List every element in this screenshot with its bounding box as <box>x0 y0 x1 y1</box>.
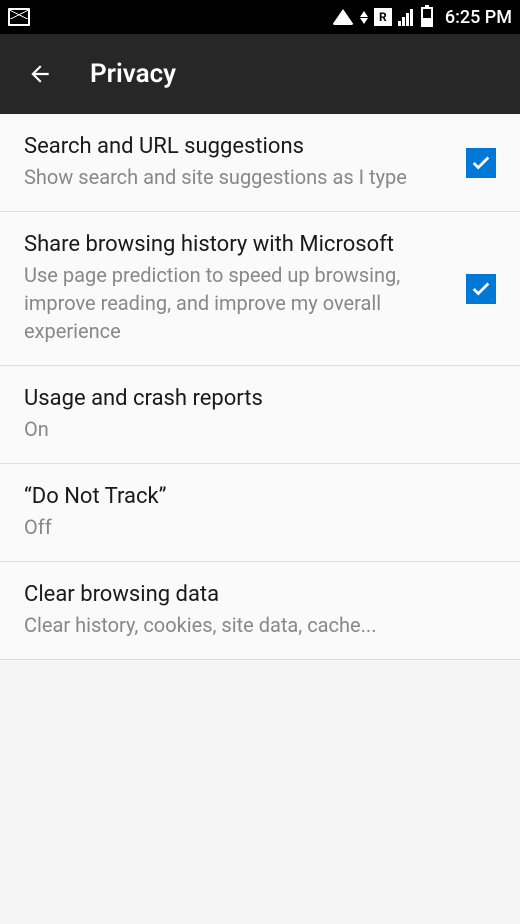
back-button[interactable] <box>20 54 60 94</box>
setting-title: Search and URL suggestions <box>24 134 446 159</box>
wifi-icon <box>332 9 354 25</box>
battery-icon <box>421 7 433 27</box>
back-arrow-icon <box>27 61 53 87</box>
signal-icon <box>398 8 413 26</box>
data-transfer-icon <box>360 11 368 24</box>
page-title: Privacy <box>90 59 176 89</box>
app-header: Privacy <box>0 34 520 114</box>
gmail-notification-icon <box>8 8 30 26</box>
setting-subtitle: On <box>24 415 496 443</box>
setting-subtitle: Show search and site suggestions as I ty… <box>24 163 446 191</box>
checkbox-share-history[interactable] <box>466 274 496 304</box>
status-time: 6:25 PM <box>445 7 512 28</box>
checkmark-icon <box>470 152 492 174</box>
setting-title: Share browsing history with Microsoft <box>24 232 446 257</box>
setting-search-suggestions[interactable]: Search and URL suggestions Show search a… <box>0 114 520 212</box>
checkmark-icon <box>470 278 492 300</box>
setting-subtitle: Off <box>24 513 496 541</box>
setting-title: Usage and crash reports <box>24 386 496 411</box>
settings-list: Search and URL suggestions Show search a… <box>0 114 520 660</box>
setting-subtitle: Use page prediction to speed up browsing… <box>24 261 446 345</box>
setting-share-history[interactable]: Share browsing history with Microsoft Us… <box>0 212 520 366</box>
checkbox-search-suggestions[interactable] <box>466 148 496 178</box>
roaming-badge: R <box>374 8 392 26</box>
setting-title: Clear browsing data <box>24 582 496 607</box>
setting-subtitle: Clear history, cookies, site data, cache… <box>24 611 496 639</box>
setting-clear-browsing-data[interactable]: Clear browsing data Clear history, cooki… <box>0 562 520 660</box>
status-bar: R 6:25 PM <box>0 0 520 34</box>
setting-title: “Do Not Track” <box>24 484 496 509</box>
setting-usage-reports[interactable]: Usage and crash reports On <box>0 366 520 464</box>
setting-do-not-track[interactable]: “Do Not Track” Off <box>0 464 520 562</box>
